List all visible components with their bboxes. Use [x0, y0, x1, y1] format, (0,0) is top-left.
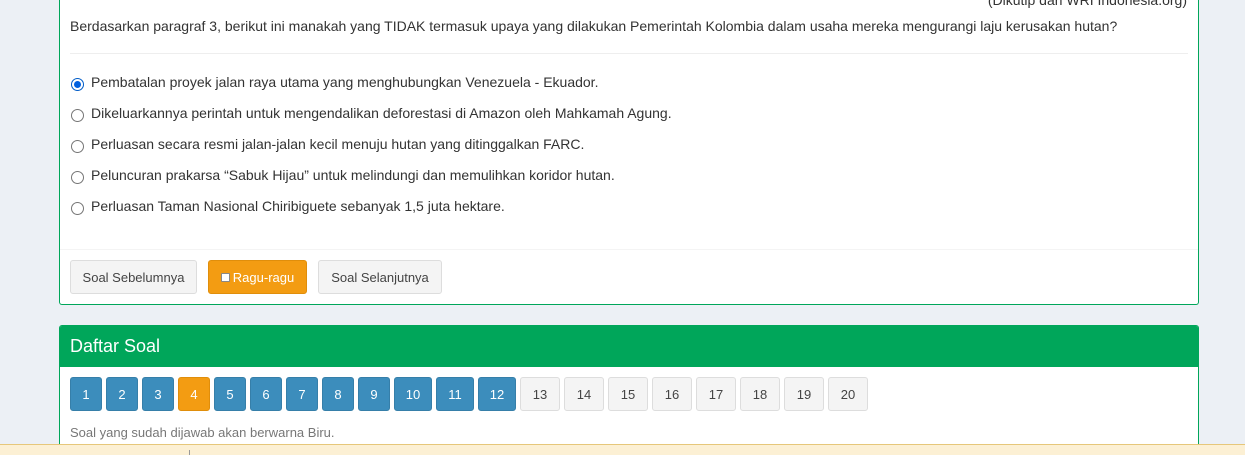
radio-button-e[interactable]	[71, 201, 84, 215]
question-number-button[interactable]: 15	[608, 377, 648, 411]
question-footer: Soal Sebelumnya Ragu-ragu Soal Selanjutn…	[60, 249, 1198, 304]
divider	[70, 53, 1188, 54]
option-e[interactable]: Perluasan Taman Nasional Chiribiguete se…	[70, 196, 672, 216]
question-number-button[interactable]: 8	[322, 377, 354, 411]
option-label: Perluasan secara resmi jalan-jalan kecil…	[91, 136, 585, 152]
option-label: Dikeluarkannya perintah untuk mengendali…	[91, 105, 672, 121]
option-b[interactable]: Dikeluarkannya perintah untuk mengendali…	[70, 103, 672, 123]
bottom-bar-divider	[189, 450, 190, 455]
question-number-button[interactable]: 13	[520, 377, 560, 411]
question-number-button[interactable]: 10	[394, 377, 432, 411]
answer-options: Pembatalan proyek jalan raya utama yang …	[70, 72, 672, 227]
bottom-bar	[0, 444, 1245, 455]
option-label: Pembatalan proyek jalan raya utama yang …	[91, 74, 599, 90]
previous-question-button[interactable]: Soal Sebelumnya	[70, 260, 197, 294]
question-number-button[interactable]: 1	[70, 377, 102, 411]
question-number-button[interactable]: 16	[652, 377, 692, 411]
question-number-button[interactable]: 6	[250, 377, 282, 411]
doubt-checkbox-icon[interactable]	[220, 272, 230, 282]
question-number-button[interactable]: 4	[178, 377, 210, 411]
source-citation: (Dikutip dari WRI Indonesia.org)	[987, 0, 1187, 8]
question-number-button[interactable]: 14	[564, 377, 604, 411]
question-number-button[interactable]: 19	[784, 377, 824, 411]
radio-button-d[interactable]	[71, 170, 84, 184]
question-text: Berdasarkan paragraf 3, berikut ini mana…	[70, 18, 1118, 34]
radio-button-b[interactable]	[71, 108, 84, 122]
option-label: Peluncuran prakarsa “Sabuk Hijau” untuk …	[91, 167, 615, 183]
question-number-button[interactable]: 20	[828, 377, 868, 411]
question-number-button[interactable]: 3	[142, 377, 174, 411]
question-number-button[interactable]: 5	[214, 377, 246, 411]
radio-button-c[interactable]	[71, 139, 84, 153]
question-number-button[interactable]: 11	[436, 377, 474, 411]
answered-hint: Soal yang sudah dijawab akan berwarna Bi…	[70, 425, 335, 440]
next-question-button[interactable]: Soal Selanjutnya	[318, 260, 442, 294]
question-number-grid: 1 2 3 4 5 6 7 8 9 10 11 12 13 14 15 16 17 18 19 20	[70, 377, 872, 411]
option-d[interactable]: Peluncuran prakarsa “Sabuk Hijau” untuk …	[70, 165, 672, 185]
question-number-button[interactable]: 2	[106, 377, 138, 411]
option-label: Perluasan Taman Nasional Chiribiguete se…	[91, 198, 505, 214]
question-number-button[interactable]: 7	[286, 377, 318, 411]
question-number-button[interactable]: 9	[358, 377, 390, 411]
question-box: (Dikutip dari WRI Indonesia.org) Berdasa…	[59, 0, 1199, 305]
question-list-box: Daftar Soal 1 2 3 4 5 6 7 8 9 10 11 12 13 14 15 16 17 18 1…	[59, 325, 1199, 455]
doubt-label: Ragu-ragu	[232, 269, 295, 285]
doubt-button[interactable]: Ragu-ragu	[208, 260, 307, 294]
question-list-title: Daftar Soal	[60, 326, 1198, 367]
option-a[interactable]: Pembatalan proyek jalan raya utama yang …	[70, 72, 672, 92]
question-number-button[interactable]: 17	[696, 377, 736, 411]
question-number-button[interactable]: 12	[478, 377, 516, 411]
question-number-button[interactable]: 18	[740, 377, 780, 411]
radio-button-a[interactable]	[71, 77, 84, 91]
option-c[interactable]: Perluasan secara resmi jalan-jalan kecil…	[70, 134, 672, 154]
